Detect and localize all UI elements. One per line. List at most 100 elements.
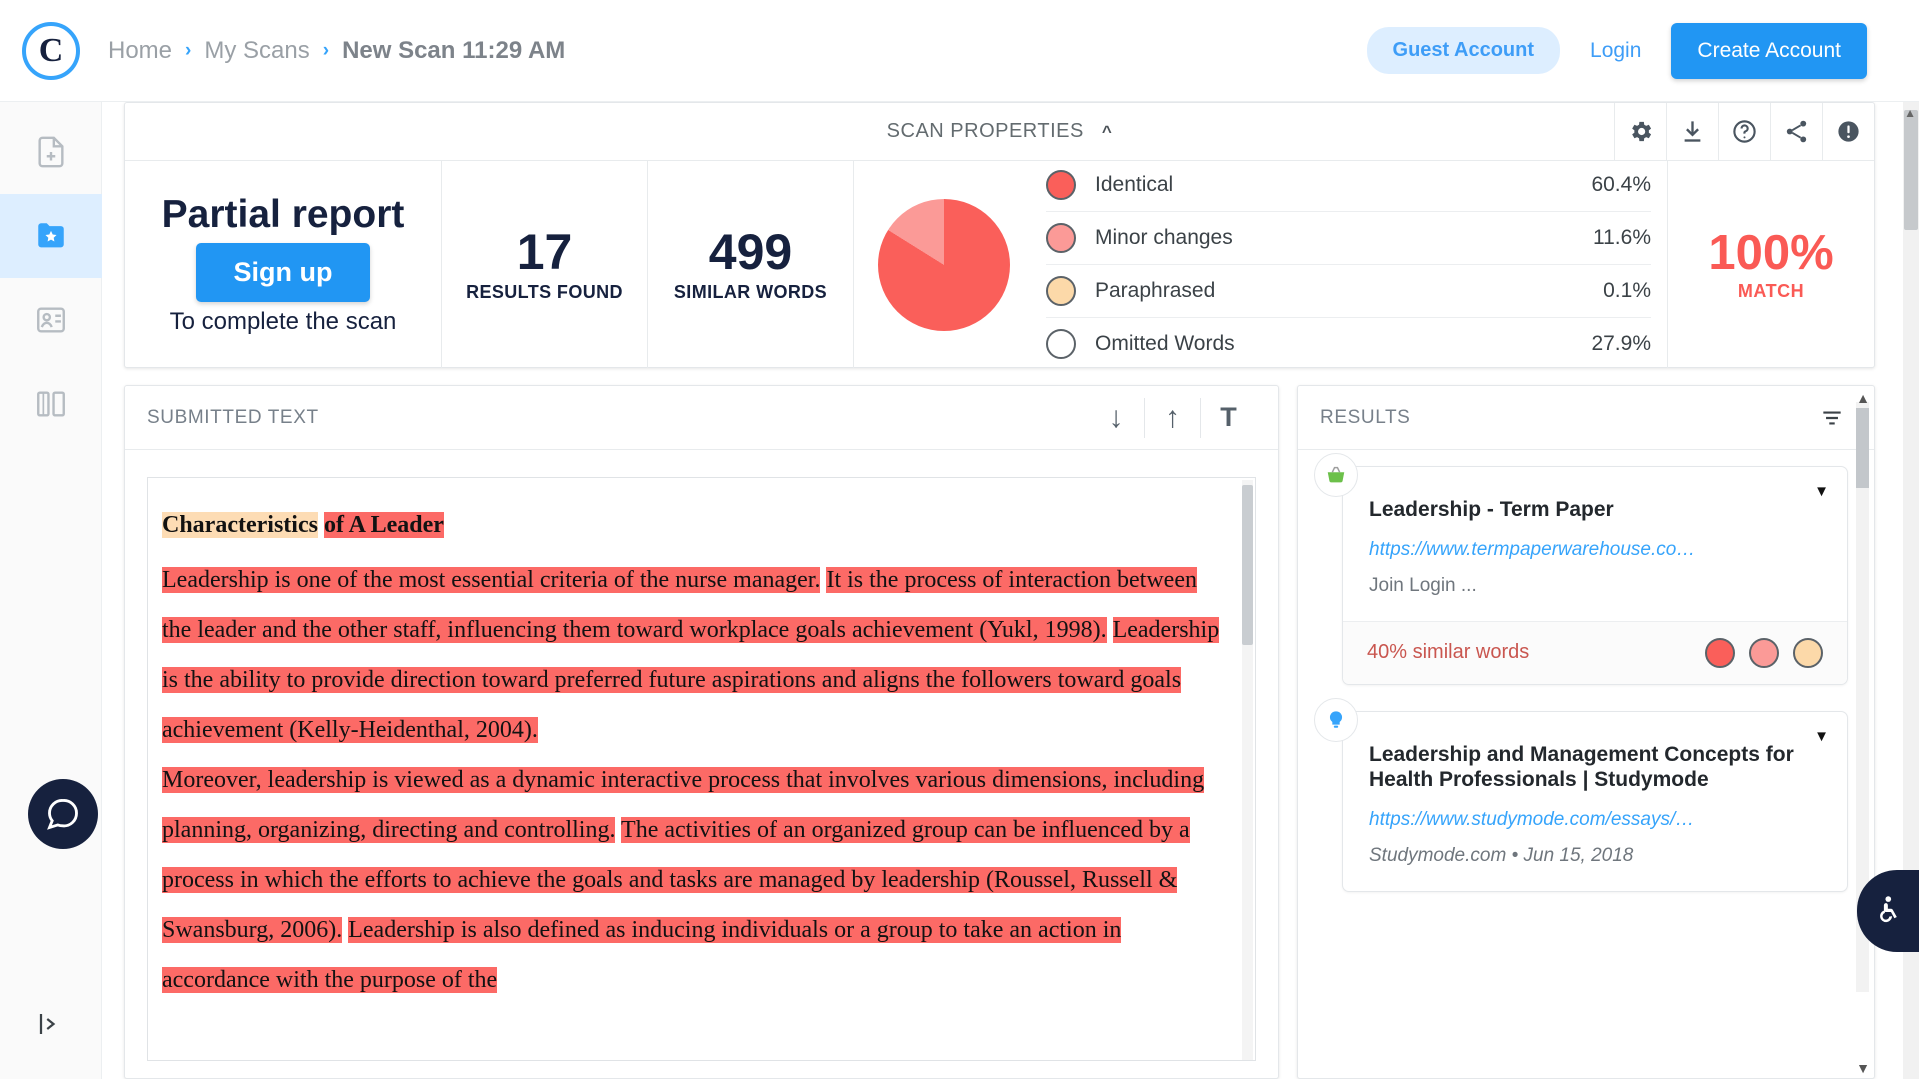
composition-chart-column: Identical 60.4% Minor changes 11.6% Paraphra… — [854, 161, 1668, 368]
scan-properties-title-text: SCAN PROPERTIES — [886, 120, 1084, 142]
result-category-dot[interactable] — [1749, 637, 1779, 668]
sidebar-item-new-scan[interactable] — [0, 110, 102, 194]
expand-caret-icon[interactable]: ▼ — [1814, 728, 1829, 745]
page-scrollbar-thumb[interactable] — [1904, 110, 1918, 230]
scan-properties-panel: SCAN PROPERTIES ^ Partial report Sign up… — [124, 102, 1875, 368]
star-folder-icon — [38, 223, 64, 248]
filter-button[interactable] — [1812, 405, 1852, 431]
stat-similar-words: 499 SIMILAR WORDS — [648, 161, 854, 368]
scroll-up-button[interactable]: ↑ — [1144, 397, 1200, 438]
result-card[interactable]: ▼ Leadership and Management Concepts for … — [1314, 697, 1848, 892]
submitted-text-header: SUBMITTED TEXT ↓ ↑ T — [125, 386, 1278, 450]
legend-row[interactable]: Identical 60.4% — [1046, 159, 1651, 212]
logo-letter: C — [38, 31, 64, 69]
sidebar-item-compare[interactable] — [0, 362, 102, 446]
scan-properties-header: SCAN PROPERTIES ^ — [125, 103, 1874, 161]
legend-row[interactable]: Minor changes 11.6% — [1046, 212, 1651, 265]
submitted-text-content: Characteristics of A Leader Leadership is… — [148, 478, 1255, 1005]
result-card[interactable]: ▼ Leadership - Term Paper https://www.term… — [1314, 453, 1848, 685]
lightbulb-icon — [1329, 710, 1343, 728]
document-scrollbar-thumb[interactable] — [1242, 485, 1253, 645]
submitted-text-panel: SUBMITTED TEXT ↓ ↑ T Characteristics of … — [124, 385, 1279, 1079]
chat-widget-button[interactable] — [28, 779, 98, 849]
result-category-dot[interactable] — [1793, 637, 1823, 668]
header-actions: Guest Account Login Create Account — [1366, 22, 1919, 79]
result-card-body: Leadership - Term Paper https://www.termp… — [1343, 467, 1847, 621]
legend-label: Minor changes — [1095, 225, 1233, 249]
sidebar-expand-toggle[interactable] — [0, 1009, 102, 1039]
logo[interactable]: C — [0, 21, 102, 80]
page-scroll-up-arrow[interactable]: ▲ — [1904, 106, 1916, 120]
match-label: MATCH — [1737, 280, 1805, 301]
composition-pie-chart — [878, 198, 1010, 331]
result-snippet: Join Login ... — [1369, 574, 1477, 596]
breadcrumb-item-home[interactable]: Home — [102, 37, 178, 65]
text-format-button[interactable]: T — [1200, 397, 1256, 438]
text-run — [1107, 617, 1113, 643]
result-meta: Studymode.com • Jun 15, 2018 — [1369, 844, 1634, 866]
sidebar-item-my-scans[interactable] — [0, 194, 102, 278]
result-category-dots — [1705, 637, 1823, 668]
scroll-down-button[interactable]: ↓ — [1088, 398, 1144, 438]
result-title[interactable]: Leadership - Term Paper — [1369, 497, 1821, 523]
legend-value: 11.6% — [1593, 225, 1651, 249]
guest-account-badge[interactable]: Guest Account — [1366, 27, 1561, 74]
submitted-text-title: SUBMITTED TEXT — [147, 406, 319, 428]
highlighted-text-run[interactable]: Leadership is one of the most essential … — [162, 567, 821, 593]
results-scrollbar-thumb[interactable] — [1856, 408, 1869, 488]
main-content: SCAN PROPERTIES ^ Partial report Sign up… — [102, 102, 1919, 1079]
breadcrumb: Home › My Scans › New Scan 11:29 AM — [102, 37, 571, 65]
match-column: 100% MATCH — [1668, 161, 1874, 368]
highlighted-text-run[interactable]: Characteristics — [162, 512, 318, 538]
results-panel: RESULTS ▼ Leadership - Term Paper https://… — [1297, 385, 1875, 1079]
stat-value: 499 — [708, 224, 793, 281]
result-category-dot[interactable] — [1705, 637, 1735, 668]
chat-bubble-icon — [47, 799, 78, 830]
result-card-body: Leadership and Management Concepts for H… — [1343, 712, 1847, 891]
results-scroll-down-arrow[interactable]: ▼ — [1856, 1060, 1870, 1076]
stat-value: 17 — [516, 224, 573, 281]
result-card-footer: 40% similar words — [1343, 620, 1847, 684]
file-plus-icon — [38, 136, 64, 168]
filter-icon — [1823, 411, 1841, 424]
legend-color-dot — [1046, 275, 1076, 306]
chevron-right-icon: › — [322, 39, 330, 61]
breadcrumb-item-my-scans[interactable]: My Scans — [198, 37, 315, 65]
composition-legend: Identical 60.4% Minor changes 11.6% Paraphra… — [1010, 159, 1667, 371]
result-source-badge — [1314, 697, 1358, 742]
document-paragraph: Leadership is one of the most essential … — [162, 555, 1229, 755]
result-title[interactable]: Leadership and Management Concepts for H… — [1369, 742, 1821, 793]
legend-color-dot — [1046, 222, 1076, 253]
create-account-button[interactable]: Create Account — [1671, 22, 1867, 79]
panel-expand-icon — [39, 1014, 56, 1034]
scan-properties-body: Partial report Sign up To complete the s… — [125, 161, 1874, 368]
results-list: ▼ Leadership - Term Paper https://www.term… — [1298, 450, 1874, 1058]
wheelchair-icon — [1880, 896, 1897, 923]
login-link[interactable]: Login — [1590, 39, 1641, 63]
result-url[interactable]: https://www.termpaperwarehouse.co… — [1369, 539, 1821, 561]
partial-report-subtitle: To complete the scan — [169, 308, 397, 335]
legend-label: Paraphrased — [1095, 278, 1216, 302]
submitted-text-tools: ↓ ↑ T — [1088, 397, 1256, 438]
results-header: RESULTS — [1298, 386, 1874, 450]
document-heading: Characteristics of A Leader — [162, 500, 1229, 550]
sign-up-button[interactable]: Sign up — [195, 243, 371, 302]
breadcrumb-item-current: New Scan 11:29 AM — [342, 36, 566, 64]
result-url[interactable]: https://www.studymode.com/essays/… — [1369, 809, 1821, 831]
card-icon — [37, 307, 65, 333]
stat-results-found: 17 RESULTS FOUND — [442, 161, 648, 368]
scan-properties-title[interactable]: SCAN PROPERTIES ^ — [125, 120, 1874, 143]
sidebar-item-contacts[interactable] — [0, 278, 102, 362]
legend-color-dot — [1046, 329, 1076, 359]
results-scroll-up-arrow[interactable]: ▲ — [1856, 390, 1870, 406]
compare-icon — [37, 391, 65, 417]
legend-row[interactable]: Omitted Words 27.9% — [1046, 318, 1651, 371]
submitted-text-document[interactable]: Characteristics of A Leader Leadership is… — [147, 477, 1256, 1061]
expand-caret-icon[interactable]: ▼ — [1814, 483, 1829, 500]
highlighted-text-run[interactable]: of A Leader — [323, 512, 444, 538]
legend-row[interactable]: Paraphrased 0.1% — [1046, 265, 1651, 318]
results-title: RESULTS — [1320, 406, 1411, 428]
partial-report-column: Partial report Sign up To complete the s… — [125, 161, 442, 368]
legend-label: Omitted Words — [1095, 332, 1235, 355]
chevron-up-icon[interactable]: ^ — [1102, 122, 1112, 142]
